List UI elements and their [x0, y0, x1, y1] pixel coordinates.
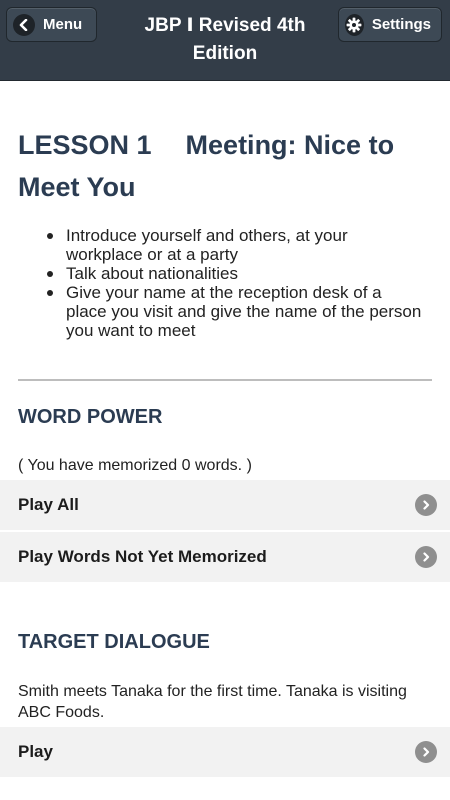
- lesson-number: LESSON 1: [18, 130, 152, 160]
- menu-button-label: Menu: [43, 16, 83, 33]
- list-item: Give your name at the reception desk of …: [47, 283, 426, 340]
- app-header: Menu JBP Ⅰ Revised 4th Edition Settings: [0, 0, 450, 81]
- chevron-right-icon: [415, 494, 437, 516]
- play-dialogue-label: Play: [18, 742, 53, 761]
- target-dialogue-heading: TARGET DIALOGUE: [18, 631, 210, 653]
- list-item: Introduce yourself and others, at your w…: [47, 226, 426, 264]
- play-dialogue-button[interactable]: Play: [0, 727, 450, 777]
- chevron-right-icon: [415, 741, 437, 763]
- menu-button[interactable]: Menu: [6, 7, 97, 42]
- back-arrow-icon: [13, 13, 35, 36]
- play-not-memorized-label: Play Words Not Yet Memorized: [18, 547, 267, 566]
- memorized-count-note: ( You have memorized 0 words. ): [18, 457, 252, 474]
- settings-button[interactable]: Settings: [338, 7, 442, 42]
- word-power-heading: WORD POWER: [18, 406, 163, 428]
- settings-button-label: Settings: [371, 16, 431, 33]
- play-all-label: Play All: [18, 495, 79, 514]
- chevron-right-icon: [415, 546, 437, 568]
- play-all-button[interactable]: Play All: [0, 480, 450, 530]
- gear-icon: [345, 13, 364, 36]
- page-title: JBP Ⅰ Revised 4th Edition: [144, 15, 306, 64]
- section-divider: [18, 379, 432, 381]
- lesson-goals-list: Introduce yourself and others, at your w…: [47, 226, 426, 340]
- lesson-title: LESSON 1 Meeting: Nice to Meet You: [18, 124, 438, 208]
- list-item: Talk about nationalities: [47, 264, 426, 283]
- dialogue-description: Smith meets Tanaka for the first time. T…: [18, 683, 407, 721]
- play-not-memorized-button[interactable]: Play Words Not Yet Memorized: [0, 532, 450, 582]
